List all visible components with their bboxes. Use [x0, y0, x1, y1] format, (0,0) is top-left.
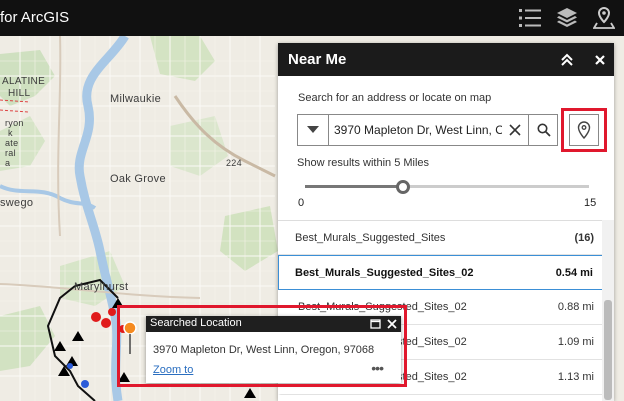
distance-slider-fill [305, 185, 403, 188]
result-row[interactable]: Best_Murals_Suggested_Sites_02 0.54 mi [278, 255, 614, 290]
maximize-icon[interactable] [368, 317, 382, 331]
popup-close-icon[interactable] [385, 317, 399, 331]
location-pin-icon [577, 121, 591, 139]
collapse-icon[interactable] [555, 48, 579, 72]
map-label: ryon [5, 118, 24, 128]
result-distance: 1.09 mi [557, 336, 594, 348]
legend-icon[interactable] [516, 4, 544, 32]
map-label: Milwaukie [110, 93, 161, 105]
scrollbar-thumb[interactable] [604, 300, 612, 400]
layer-group-name: Best_Murals_Suggested_Sites [295, 232, 446, 244]
more-options-icon[interactable]: ••• [371, 360, 384, 376]
result-name: Best_Murals_Suggested_Sites_02 [295, 267, 474, 279]
distance-slider-thumb[interactable] [396, 180, 410, 194]
result-name: Best_Murals_Suggested_Sites_02 [298, 301, 467, 313]
layer-group-count: (16) [574, 232, 594, 244]
search-box [297, 114, 558, 146]
app-header: for ArcGIS [0, 0, 624, 36]
search-icon [537, 123, 551, 137]
searched-location-popup: Searched Location 3970 Mapleton Dr, West… [146, 316, 401, 383]
map-label: HILL [8, 88, 31, 99]
result-distance: 0.54 mi [555, 267, 593, 279]
app-title: for ArcGIS [0, 9, 70, 26]
results-scrollbar[interactable] [602, 220, 614, 401]
popup-title: Searched Location [150, 317, 242, 329]
map-label: Marylhurst [74, 281, 129, 293]
map-label: ral [5, 148, 16, 158]
clear-icon[interactable] [503, 115, 527, 145]
map-label: ALATINE [2, 76, 46, 87]
map-label: swego [0, 197, 34, 209]
layers-icon[interactable] [553, 4, 581, 32]
caret-down-icon [307, 126, 319, 133]
slider-min-label: 0 [298, 197, 305, 209]
search-source-dropdown[interactable] [298, 115, 329, 145]
popup-header: Searched Location [146, 316, 401, 332]
slider-max-label: 15 [584, 197, 597, 209]
close-icon[interactable] [588, 48, 612, 72]
search-button[interactable] [528, 115, 558, 145]
distance-slider-track[interactable] [305, 185, 589, 188]
map-label: 224 [226, 158, 242, 168]
result-distance: 1.13 mi [557, 371, 594, 383]
panel-header: Near Me [278, 43, 614, 76]
panel-title: Near Me [288, 51, 347, 68]
search-caption: Search for an address or locate on map [298, 92, 492, 104]
map-label: Oak Grove [110, 173, 166, 185]
zoom-to-link[interactable]: Zoom to [153, 364, 193, 376]
map-label: ate [5, 138, 19, 148]
search-input[interactable] [334, 115, 502, 145]
distance-caption: Show results within 5 Miles [297, 157, 430, 169]
locate-button[interactable] [569, 114, 599, 146]
layer-group-row[interactable]: Best_Murals_Suggested_Sites (16) [278, 221, 614, 255]
near-me-icon[interactable] [590, 4, 618, 32]
map-label: a [5, 158, 11, 168]
map-label: k [8, 128, 13, 138]
result-distance: 0.88 mi [557, 301, 594, 313]
popup-address: 3970 Mapleton Dr, West Linn, Oregon, 970… [153, 344, 375, 356]
